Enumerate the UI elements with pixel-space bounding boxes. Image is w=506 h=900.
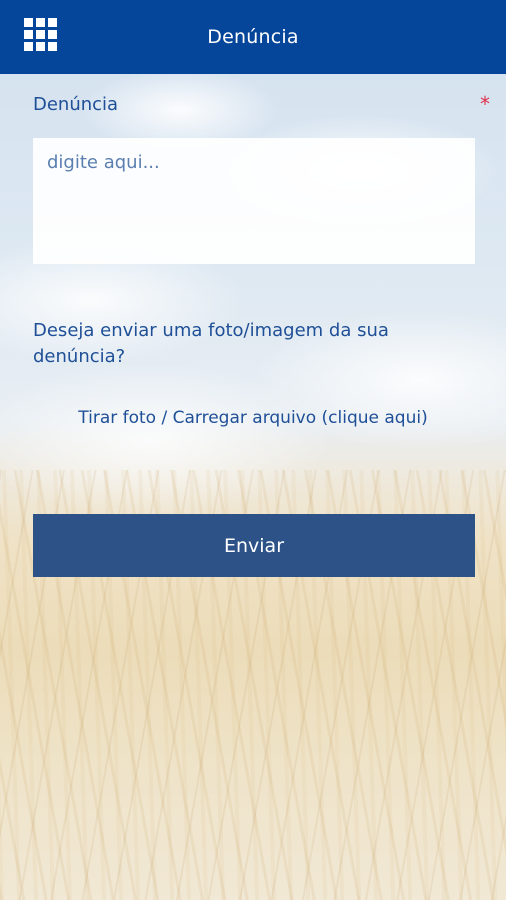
app-header: Denúncia <box>0 0 506 74</box>
denuncia-field-label: Denúncia <box>33 94 119 115</box>
denuncia-textarea[interactable]: digite aqui... <box>33 138 475 264</box>
grid-menu-icon[interactable] <box>24 18 58 52</box>
required-indicator: * <box>480 92 490 116</box>
upload-photo-link[interactable]: Tirar foto / Carregar arquivo (clique aq… <box>0 408 506 428</box>
page-title: Denúncia <box>207 26 299 48</box>
photo-question-text: Deseja enviar uma foto/imagem da sua den… <box>33 320 389 367</box>
submit-button[interactable]: Enviar <box>33 514 475 577</box>
